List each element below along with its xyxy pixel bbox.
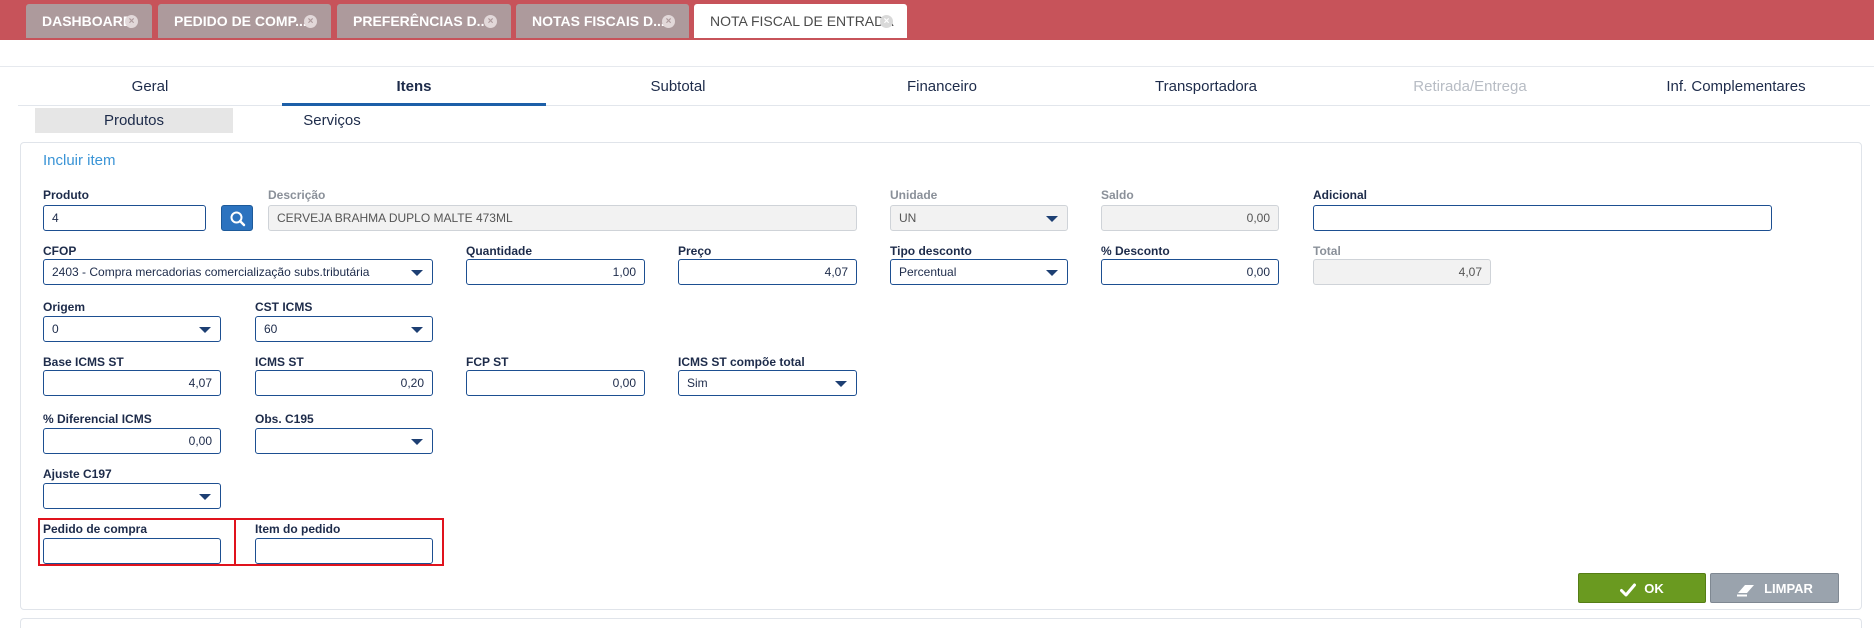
top-tab-bar: DASHBOARD × PEDIDO DE COMP... × PREFERÊN…: [0, 0, 1874, 40]
search-button[interactable]: [221, 205, 253, 231]
obs-c195-select[interactable]: [255, 428, 433, 454]
tab-notas-fiscais[interactable]: NOTAS FISCAIS D... ×: [516, 4, 689, 38]
base-icms-st-label: Base ICMS ST: [43, 355, 124, 369]
tab-label: PEDIDO DE COMP...: [174, 13, 307, 29]
tab-label: NOTA FISCAL DE ENTRADA: [710, 13, 894, 29]
tab-label: DASHBOARD: [42, 13, 133, 29]
check-icon: [1620, 583, 1637, 597]
chevron-down-icon: [1046, 270, 1058, 276]
quantidade-label: Quantidade: [466, 244, 533, 258]
saldo-label: Saldo: [1101, 188, 1134, 202]
subtab-servicos[interactable]: Serviços: [233, 108, 431, 133]
produto-input[interactable]: 4: [43, 205, 206, 231]
descricao-label: Descrição: [268, 188, 326, 202]
close-icon[interactable]: ×: [662, 15, 675, 28]
chevron-down-icon: [411, 327, 423, 333]
close-icon[interactable]: ×: [484, 15, 497, 28]
cst-icms-label: CST ICMS: [255, 300, 313, 314]
ok-button[interactable]: OK: [1578, 573, 1706, 603]
pct-desconto-label: % Desconto: [1101, 244, 1170, 258]
produto-label: Produto: [43, 188, 89, 202]
tab-nota-fiscal-de-entrada[interactable]: NOTA FISCAL DE ENTRADA ×: [694, 4, 907, 38]
origem-label: Origem: [43, 300, 86, 314]
cst-icms-select[interactable]: 60: [255, 316, 433, 342]
adicional-input[interactable]: [1313, 205, 1772, 231]
cfop-label: CFOP: [43, 244, 77, 258]
icms-st-total-label: ICMS ST compõe total: [678, 355, 805, 369]
close-icon[interactable]: ×: [125, 15, 138, 28]
cfop-value: 2403 - Compra mercadorias comercializaçã…: [52, 265, 370, 279]
clear-label: LIMPAR: [1764, 581, 1813, 596]
ok-label: OK: [1644, 581, 1664, 596]
pct-dif-icms-input[interactable]: 0,00: [43, 428, 221, 454]
quantidade-input[interactable]: 1,00: [466, 259, 645, 285]
section-title: Incluir item: [43, 152, 116, 169]
tab-subtotal[interactable]: Subtotal: [546, 74, 810, 106]
icms-st-total-value: Sim: [687, 376, 708, 390]
cst-icms-value: 60: [264, 322, 278, 336]
tab-label: PREFERÊNCIAS D...: [353, 13, 489, 29]
next-panel: [20, 618, 1862, 628]
tipo-desconto-value: Percentual: [899, 265, 957, 279]
obs-c195-label: Obs. C195: [255, 412, 314, 426]
eraser-icon: [1737, 584, 1755, 597]
chevron-down-icon: [199, 494, 211, 500]
ajuste-c197-label: Ajuste C197: [43, 467, 112, 481]
base-icms-st-input[interactable]: 4,07: [43, 370, 221, 396]
item-pedido-label: Item do pedido: [255, 522, 341, 536]
subtab-produtos[interactable]: Produtos: [35, 108, 233, 133]
unidade-value: UN: [899, 211, 917, 225]
chevron-down-icon: [199, 327, 211, 333]
tab-pedido-de-compra[interactable]: PEDIDO DE COMP... ×: [158, 4, 331, 38]
preco-label: Preço: [678, 244, 712, 258]
total-field: 4,07: [1313, 259, 1491, 285]
tipo-desconto-select[interactable]: Percentual: [890, 259, 1068, 285]
clear-button[interactable]: LIMPAR: [1710, 573, 1839, 603]
total-label: Total: [1313, 244, 1341, 258]
section-tabs: Geral Itens Subtotal Financeiro Transpor…: [18, 74, 1870, 106]
item-pedido-input[interactable]: [255, 538, 433, 564]
fcp-st-input[interactable]: 0,00: [466, 370, 645, 396]
tab-inf-complementares[interactable]: Inf. Complementares: [1602, 74, 1870, 106]
tab-geral[interactable]: Geral: [18, 74, 282, 106]
tab-financeiro[interactable]: Financeiro: [810, 74, 1074, 106]
descricao-field: CERVEJA BRAHMA DUPLO MALTE 473ML: [268, 205, 857, 231]
preco-input[interactable]: 4,07: [678, 259, 857, 285]
tab-label: NOTAS FISCAIS D...: [532, 13, 665, 29]
origem-select[interactable]: 0: [43, 316, 221, 342]
tab-preferencias[interactable]: PREFERÊNCIAS D... ×: [337, 4, 511, 38]
chevron-down-icon: [835, 381, 847, 387]
divider: [0, 66, 1874, 67]
adicional-label: Adicional: [1313, 188, 1368, 202]
icms-st-total-select[interactable]: Sim: [678, 370, 857, 396]
origem-value: 0: [52, 322, 59, 336]
ajuste-c197-select[interactable]: [43, 483, 221, 509]
tipo-desconto-label: Tipo desconto: [890, 244, 972, 258]
saldo-field: 0,00: [1101, 205, 1279, 231]
icms-st-label: ICMS ST: [255, 355, 304, 369]
unidade-label: Unidade: [890, 188, 938, 202]
icms-st-input[interactable]: 0,20: [255, 370, 433, 396]
close-icon[interactable]: ×: [880, 15, 893, 28]
tab-retirada-entrega: Retirada/Entrega: [1413, 78, 1527, 95]
chevron-down-icon: [411, 439, 423, 445]
search-icon: [230, 211, 246, 227]
pct-desconto-input[interactable]: 0,00: [1101, 259, 1279, 285]
tab-dashboard[interactable]: DASHBOARD ×: [26, 4, 152, 38]
tab-itens[interactable]: Itens: [282, 74, 546, 106]
close-icon[interactable]: ×: [304, 15, 317, 28]
pedido-compra-input[interactable]: [43, 538, 221, 564]
chevron-down-icon: [1046, 216, 1058, 222]
pct-dif-icms-label: % Diferencial ICMS: [43, 412, 152, 426]
cfop-select[interactable]: 2403 - Compra mercadorias comercializaçã…: [43, 259, 433, 285]
chevron-down-icon: [411, 270, 423, 276]
unidade-select: UN: [890, 205, 1068, 231]
pedido-compra-label: Pedido de compra: [43, 522, 148, 536]
fcp-st-label: FCP ST: [466, 355, 509, 369]
tab-transportadora[interactable]: Transportadora: [1074, 74, 1338, 106]
